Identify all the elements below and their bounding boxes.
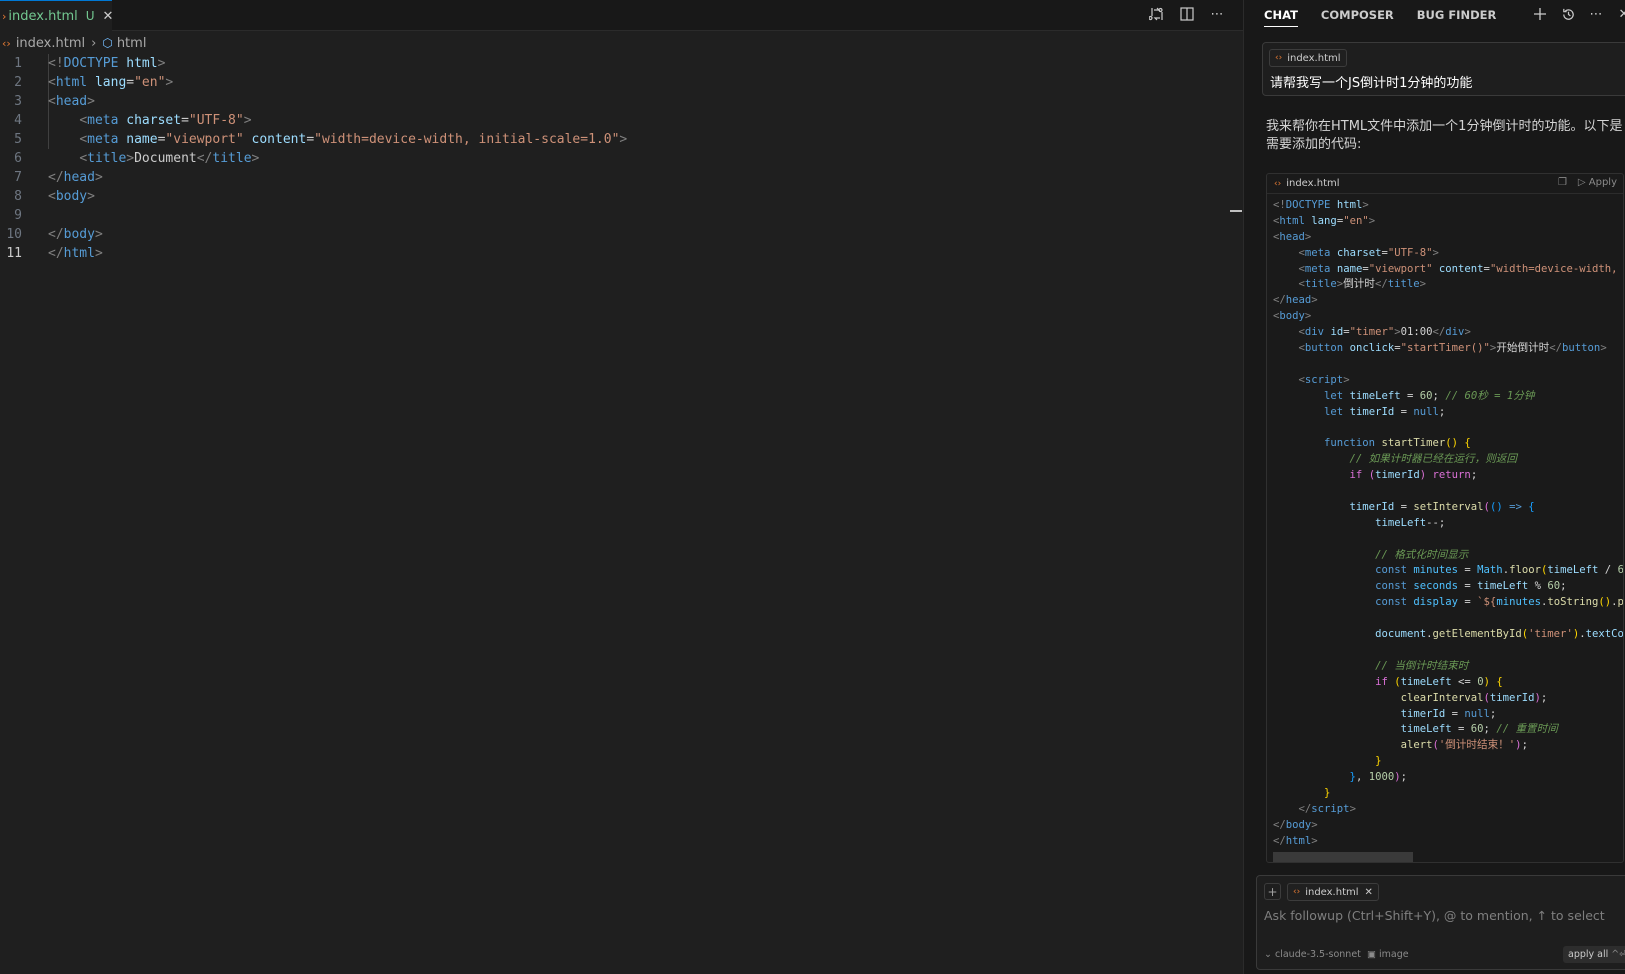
chip-label: index.html: [1305, 886, 1359, 898]
code-line: 10 </body>: [6, 227, 103, 242]
breadcrumb: ‹› index.html › ⬡ html: [0, 33, 146, 53]
code-line: 5 <meta name="viewport" content="width=d…: [14, 132, 628, 147]
followup-input[interactable]: Ask followup (Ctrl+Shift+Y), @ to mentio…: [1264, 908, 1605, 923]
symbol-icon: ⬡: [102, 36, 113, 50]
ai-chat-panel: CHAT COMPOSER BUG FINDER ⋯ ✕ ‹› index.ht…: [1244, 0, 1625, 974]
tab-composer[interactable]: COMPOSER: [1321, 8, 1394, 22]
close-icon[interactable]: ✕: [103, 9, 114, 24]
editor-actions: ⋯: [1149, 6, 1225, 22]
html-file-icon: ‹›: [1293, 887, 1301, 897]
split-editor-icon[interactable]: [1179, 6, 1195, 22]
code-line: 8 <body>: [14, 189, 95, 204]
tab-filename: index.html: [8, 8, 78, 24]
followup-input-box[interactable]: + ‹› index.html ✕ Ask followup (Ctrl+Shi…: [1256, 875, 1625, 970]
compare-changes-icon[interactable]: [1149, 6, 1165, 22]
code-line: 3 <head>: [14, 94, 95, 109]
html-file-icon: ‹›: [2, 36, 11, 50]
code-line: 9: [14, 208, 22, 223]
user-message-text: 请帮我写一个JS倒计时1分钟的功能: [1270, 76, 1473, 91]
code-editor[interactable]: 1 <!DOCTYPE html> 2 <html lang="en"> 3 <hea…: [0, 54, 1230, 263]
close-icon[interactable]: ✕: [1365, 887, 1373, 898]
code-block-filename: index.html: [1286, 178, 1340, 189]
code-block: ‹› index.html ❐ ▷ Apply <!DOCTYPE html> …: [1266, 173, 1624, 863]
file-context-chip[interactable]: ‹› index.html ✕: [1287, 883, 1379, 901]
html-file-icon: ›: [2, 9, 7, 23]
more-actions-icon[interactable]: ⋯: [1209, 6, 1225, 22]
code-line: 1 <!DOCTYPE html>: [14, 56, 166, 71]
tab-bug-finder[interactable]: BUG FINDER: [1417, 8, 1497, 22]
more-actions-icon[interactable]: ⋯: [1588, 6, 1604, 22]
code-line: 4 <meta charset="UTF-8">: [14, 113, 252, 128]
close-icon[interactable]: ✕: [1616, 6, 1625, 22]
file-context-chip[interactable]: ‹› index.html: [1269, 49, 1347, 67]
apply-button[interactable]: ▷ Apply: [1578, 177, 1617, 188]
apply-all-shortcut: ^⏎: [1611, 949, 1625, 960]
model-selector[interactable]: ⌄ claude-3.5-sonnet: [1264, 949, 1361, 960]
chip-label: index.html: [1287, 52, 1341, 64]
html-file-icon: ‹›: [1274, 178, 1282, 189]
image-attach-button[interactable]: ▣ image: [1367, 949, 1409, 960]
panel-actions: ⋯ ✕: [1532, 6, 1625, 22]
horizontal-scrollbar[interactable]: [1273, 852, 1413, 862]
current-line-number: 11: [6, 246, 22, 261]
apply-label: Apply: [1588, 177, 1617, 188]
breadcrumb-file[interactable]: index.html: [16, 36, 85, 51]
apply-all-label: apply all: [1568, 949, 1609, 960]
assistant-reply-text: 我来帮你在HTML文件中添加一个1分钟倒计时的功能。以下是需要添加的代码:: [1266, 119, 1623, 152]
model-name: claude-3.5-sonnet: [1274, 949, 1361, 960]
panel-tabs: CHAT COMPOSER BUG FINDER: [1264, 0, 1496, 30]
editor-tab-index-html[interactable]: › index.html U ✕: [0, 0, 114, 31]
editor-tab-bar: › index.html U ✕ ⋯: [0, 0, 1243, 31]
code-block-content[interactable]: <!DOCTYPE html> <html lang="en"> <head> …: [1273, 198, 1623, 850]
breadcrumb-symbol[interactable]: html: [117, 36, 147, 51]
untracked-badge: U: [85, 9, 95, 23]
tab-chat[interactable]: CHAT: [1264, 3, 1298, 27]
code-line: 7 </head>: [14, 170, 103, 185]
code-block-header: ‹› index.html ❐ ▷ Apply: [1267, 174, 1623, 194]
code-line: 2 <html lang="en">: [14, 75, 174, 90]
add-context-button[interactable]: +: [1264, 883, 1281, 900]
copy-icon[interactable]: ❐: [1558, 177, 1567, 188]
editor-pane: › index.html U ✕ ⋯ ‹› index.html › ⬡ htm…: [0, 0, 1243, 974]
image-label: image: [1379, 949, 1409, 960]
image-icon: ▣: [1367, 949, 1376, 960]
user-message[interactable]: ‹› index.html 请帮我写一个JS倒计时1分钟的功能: [1262, 42, 1625, 96]
apply-all-button[interactable]: apply all ^⏎: [1563, 946, 1625, 963]
history-icon[interactable]: [1560, 6, 1576, 22]
new-chat-icon[interactable]: [1532, 6, 1548, 22]
scrollbar-marker[interactable]: [1230, 210, 1242, 212]
code-line: 11 </html>: [0, 244, 1230, 263]
chevron-right-icon: ›: [91, 35, 97, 51]
html-file-icon: ‹›: [1275, 53, 1283, 63]
code-line: 6 <title>Document</title>: [14, 151, 260, 166]
